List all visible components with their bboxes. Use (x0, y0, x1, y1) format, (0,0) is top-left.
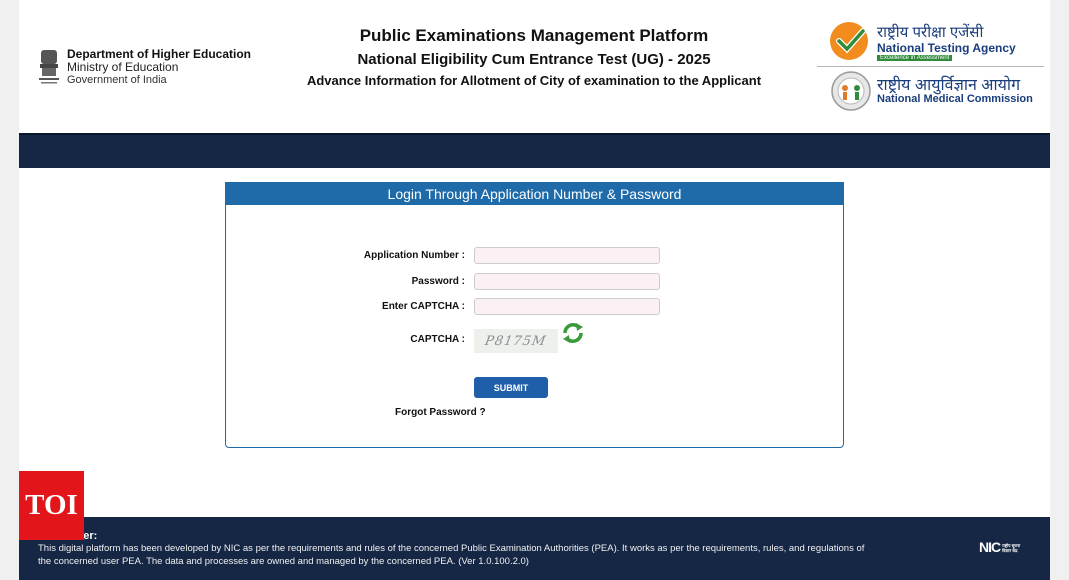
nic-logo: NIC राष्ट्रीय सूचना विज्ञान केंद्र (979, 539, 1022, 555)
exam-title: National Eligibility Cum Entrance Test (… (357, 51, 711, 68)
ministry-name: Ministry of Education (67, 60, 179, 74)
national-emblem-icon (39, 50, 59, 84)
nic-logo-subtext: राष्ट्रीय सूचना विज्ञान केंद्र (1002, 543, 1021, 554)
toi-watermark-logo: TOI (19, 471, 84, 540)
captcha-entry-row: Enter CAPTCHA : (226, 298, 843, 318)
nta-tagline: Excellence in Assessment (877, 55, 953, 61)
password-row: Password : (226, 273, 843, 293)
captcha-row: CAPTCHA : P8175M (226, 323, 843, 355)
captcha-text: P8175M (484, 333, 548, 349)
password-input[interactable] (474, 273, 660, 290)
logo-divider (817, 66, 1044, 67)
refresh-captcha-icon[interactable] (561, 321, 585, 345)
dept-block: Department of Higher Education Ministry … (37, 48, 251, 88)
application-number-label: Application Number : (363, 250, 465, 261)
captcha-entry-label: Enter CAPTCHA : (382, 301, 465, 312)
nic-logo-text: NIC (979, 539, 1001, 555)
footer: Disclaimer: This digital platform has be… (19, 517, 1050, 580)
nav-bar (19, 133, 1050, 168)
page-subtitle: Advance Information for Allotment of Cit… (306, 73, 762, 88)
forgot-password-link[interactable]: Forgot Password ? (395, 407, 486, 418)
nmc-english-name: National Medical Commission (877, 93, 1033, 105)
application-number-row: Application Number : (226, 247, 843, 267)
captcha-label: CAPTCHA : (410, 334, 465, 345)
captcha-image: P8175M (474, 329, 558, 353)
nmc-hindi-name: राष्ट्रीय आयुर्विज्ञान आयोग (877, 77, 1021, 94)
password-label: Password : (411, 276, 465, 287)
page: Department of Higher Education Ministry … (19, 0, 1050, 580)
login-panel: Login Through Application Number & Passw… (225, 182, 844, 448)
header-titles: Public Examinations Management Platform … (289, 26, 779, 88)
nta-check-icon (830, 22, 868, 60)
header: Department of Higher Education Ministry … (19, 0, 1050, 133)
nta-logo: राष्ट्रीय परीक्षा एजेंसी National Testin… (829, 20, 1044, 64)
page-title: Public Examinations Management Platform (359, 26, 709, 45)
nmc-emblem-icon (831, 71, 871, 111)
login-panel-title: Login Through Application Number & Passw… (226, 183, 843, 205)
disclaimer-text: This digital platform has been developed… (38, 543, 865, 567)
captcha-input[interactable] (474, 298, 660, 315)
application-number-input[interactable] (474, 247, 660, 264)
nta-english-name: National Testing Agency (877, 41, 1016, 55)
government-name: Government of India (67, 74, 167, 86)
nta-hindi-name: राष्ट्रीय परीक्षा एजेंसी (877, 24, 984, 41)
nmc-logo: राष्ट्रीय आयुर्विज्ञान आयोग National Med… (829, 70, 1044, 112)
submit-button[interactable]: SUBMIT (474, 377, 548, 398)
